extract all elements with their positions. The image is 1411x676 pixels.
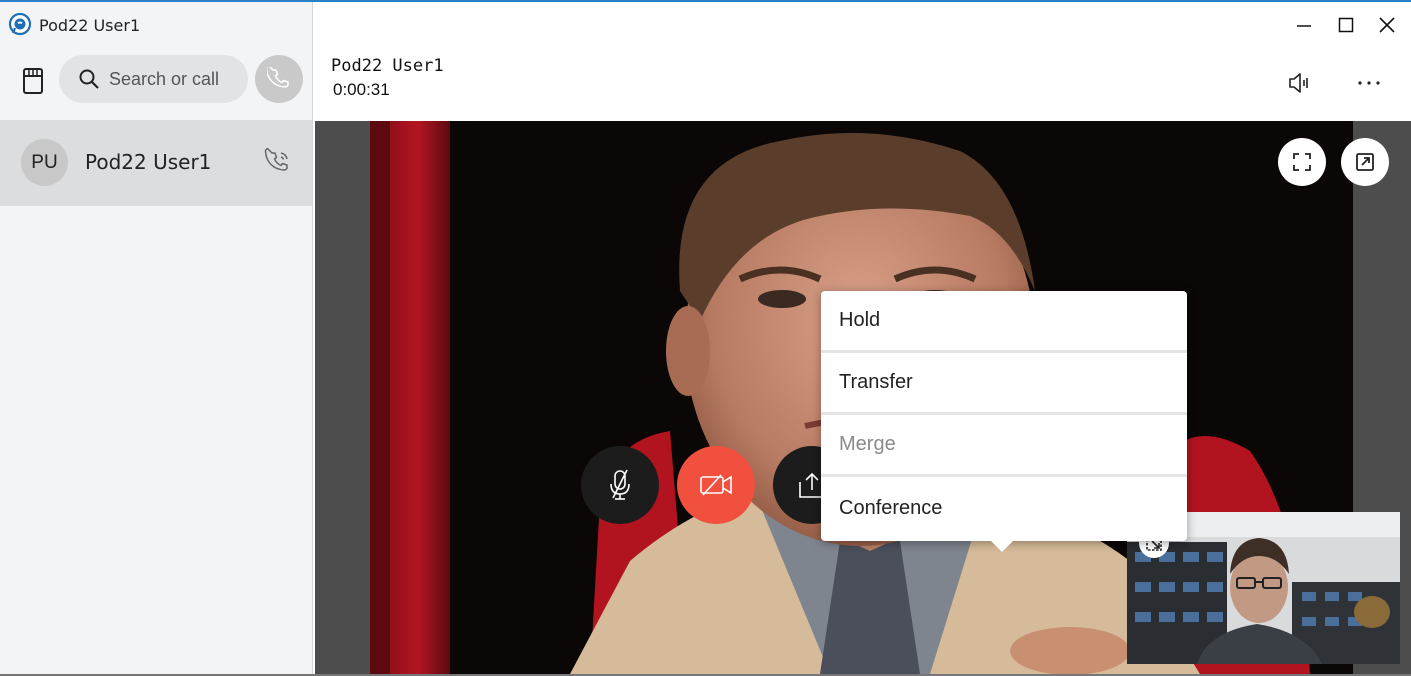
call-list-item-name: Pod22 User1 xyxy=(85,150,212,174)
video-off-icon xyxy=(700,474,732,496)
contacts-button[interactable] xyxy=(20,66,46,96)
microphone-muted-icon xyxy=(610,469,630,500)
ellipsis-icon xyxy=(1358,81,1380,85)
phone-icon xyxy=(267,67,289,88)
menu-item-hold-label: Hold xyxy=(839,309,881,331)
menu-pointer xyxy=(990,540,1014,552)
app-title-bar: Pod22 User1 xyxy=(8,12,140,38)
active-call-icon xyxy=(264,148,288,171)
minimize-icon xyxy=(1297,25,1311,27)
menu-item-transfer-label: Transfer xyxy=(839,371,913,393)
contacts-book-icon xyxy=(23,68,43,94)
menu-item-merge-label: Merge xyxy=(839,433,896,455)
audio-settings-button[interactable] xyxy=(1287,70,1313,96)
left-pane: Pod22 User1 Search or call PU Pod22 User… xyxy=(0,2,313,674)
fullscreen-icon xyxy=(1293,153,1311,171)
close-icon xyxy=(1379,17,1395,33)
speaker-icon xyxy=(1289,73,1308,93)
window-more-button[interactable] xyxy=(1356,70,1382,96)
app-title: Pod22 User1 xyxy=(39,15,141,35)
fullscreen-button[interactable] xyxy=(1278,138,1326,186)
more-options-menu: Hold Transfer Merge Conference xyxy=(821,291,1187,541)
call-duration: 0:00:31 xyxy=(333,80,390,99)
search-input[interactable]: Search or call xyxy=(59,55,248,103)
maximize-icon xyxy=(1338,17,1354,33)
call-button[interactable] xyxy=(255,55,303,103)
call-peer-name: Pod22 User1 xyxy=(331,56,444,76)
minimize-button[interactable] xyxy=(1293,14,1315,36)
search-placeholder: Search or call xyxy=(109,68,220,89)
pop-out-video-button[interactable] xyxy=(1341,138,1389,186)
close-window-button[interactable] xyxy=(1376,14,1398,36)
search-icon xyxy=(79,69,99,89)
menu-item-merge: Merge xyxy=(821,415,1187,477)
maximize-button[interactable] xyxy=(1335,14,1357,36)
mute-button[interactable] xyxy=(581,446,659,524)
pop-out-icon xyxy=(1356,153,1374,171)
menu-item-conference[interactable]: Conference xyxy=(821,477,1187,539)
avatar: PU xyxy=(21,139,68,186)
menu-item-conference-label: Conference xyxy=(839,496,943,519)
stop-video-button[interactable] xyxy=(677,446,755,524)
menu-item-transfer[interactable]: Transfer xyxy=(821,353,1187,415)
menu-item-hold[interactable]: Hold xyxy=(821,291,1187,353)
active-call-list-item[interactable]: PU Pod22 User1 xyxy=(0,120,312,206)
jabber-logo-icon xyxy=(8,13,32,36)
